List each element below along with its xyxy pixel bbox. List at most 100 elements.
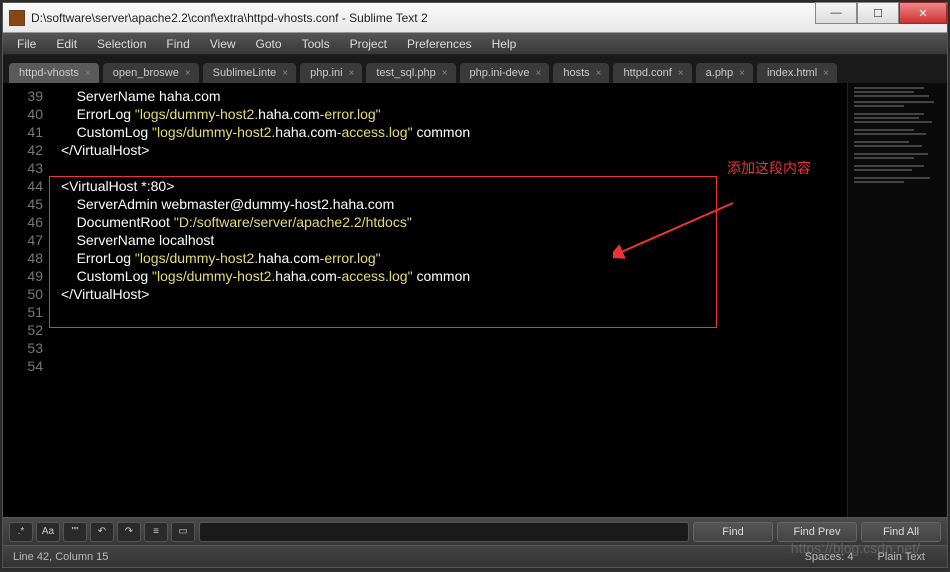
tab-label: httpd.conf [623, 67, 671, 79]
tab-label: index.html [767, 67, 817, 79]
line-number: 53 [3, 339, 43, 357]
code-line[interactable] [61, 303, 847, 321]
tab-label: httpd-vhosts [19, 67, 79, 79]
code-line[interactable]: ErrorLog "logs/dummy-host2.haha.com-erro… [61, 105, 847, 123]
find-option[interactable]: ↶ [90, 522, 114, 542]
menu-edit[interactable]: Edit [46, 35, 87, 53]
tab-label: open_broswe [113, 67, 179, 79]
code-line[interactable]: CustomLog "logs/dummy-host2.haha.com-acc… [61, 267, 847, 285]
line-number: 44 [3, 177, 43, 195]
code-content[interactable]: ServerName haha.com ErrorLog "logs/dummy… [53, 83, 847, 517]
tab-label: SublimeLinte [213, 67, 277, 79]
find-option[interactable]: .* [9, 522, 33, 542]
line-number: 50 [3, 285, 43, 303]
menu-help[interactable]: Help [482, 35, 527, 53]
tab-close-icon[interactable]: × [535, 68, 541, 79]
menu-file[interactable]: File [7, 35, 46, 53]
tab-sublimelinte[interactable]: SublimeLinte × [203, 63, 296, 83]
line-number: 52 [3, 321, 43, 339]
find-option[interactable]: ↷ [117, 522, 141, 542]
tab-close-icon[interactable]: × [823, 68, 829, 79]
line-number: 47 [3, 231, 43, 249]
tab-php-ini[interactable]: php.ini × [300, 63, 362, 83]
window-buttons: — ☐ ✕ [815, 3, 947, 32]
menu-preferences[interactable]: Preferences [397, 35, 482, 53]
find-option[interactable]: Aa [36, 522, 60, 542]
menu-project[interactable]: Project [340, 35, 397, 53]
find-prev-button[interactable]: Find Prev [777, 522, 857, 542]
find-button[interactable]: Find [693, 522, 773, 542]
code-line[interactable] [61, 357, 847, 375]
line-number: 45 [3, 195, 43, 213]
editor-area: 39404142434445464748495051525354 ServerN… [3, 83, 947, 517]
app-icon [9, 10, 25, 26]
titlebar[interactable]: D:\software\server\apache2.2\conf\extra\… [3, 3, 947, 33]
code-line[interactable]: <VirtualHost *:80> [61, 177, 847, 195]
line-gutter: 39404142434445464748495051525354 [3, 83, 53, 517]
tab-label: a.php [706, 67, 734, 79]
menu-find[interactable]: Find [156, 35, 199, 53]
code-line[interactable] [61, 321, 847, 339]
code-line[interactable]: ErrorLog "logs/dummy-host2.haha.com-erro… [61, 249, 847, 267]
tab-label: test_sql.php [376, 67, 435, 79]
line-number: 39 [3, 87, 43, 105]
tab-close-icon[interactable]: × [678, 68, 684, 79]
status-spaces[interactable]: Spaces: 4 [793, 551, 866, 563]
menu-goto[interactable]: Goto [246, 35, 292, 53]
code-line[interactable]: CustomLog "logs/dummy-host2.haha.com-acc… [61, 123, 847, 141]
annotation-text: 添加这段内容 [727, 159, 811, 177]
minimize-button[interactable]: — [815, 2, 857, 24]
tab-close-icon[interactable]: × [596, 68, 602, 79]
maximize-button[interactable]: ☐ [857, 2, 899, 24]
line-number: 40 [3, 105, 43, 123]
menu-tools[interactable]: Tools [292, 35, 340, 53]
find-option[interactable]: "" [63, 522, 87, 542]
tab-a-php[interactable]: a.php × [696, 63, 753, 83]
tab-label: hosts [563, 67, 589, 79]
tab-php-ini-deve[interactable]: php.ini-deve × [460, 63, 550, 83]
status-syntax[interactable]: Plain Text [866, 551, 938, 563]
tab-label: php.ini-deve [470, 67, 530, 79]
code-line[interactable]: ServerName localhost [61, 231, 847, 249]
tab-close-icon[interactable]: × [282, 68, 288, 79]
statusbar: Line 42, Column 15 Spaces: 4 Plain Text [3, 545, 947, 567]
tabbar: httpd-vhosts×open_broswe×SublimeLinte×ph… [3, 55, 947, 83]
status-position[interactable]: Line 42, Column 15 [13, 551, 793, 563]
code-line[interactable]: ServerName haha.com [61, 87, 847, 105]
find-option[interactable]: ▭ [171, 522, 195, 542]
tab-close-icon[interactable]: × [442, 68, 448, 79]
code-line[interactable]: DocumentRoot "D:/software/server/apache2… [61, 213, 847, 231]
tab-httpd-conf[interactable]: httpd.conf × [613, 63, 691, 83]
tab-httpd-vhosts[interactable]: httpd-vhosts × [9, 63, 99, 83]
line-number: 51 [3, 303, 43, 321]
minimap[interactable] [847, 83, 947, 517]
tab-close-icon[interactable]: × [349, 68, 355, 79]
close-button[interactable]: ✕ [899, 2, 947, 24]
menubar: FileEditSelectionFindViewGotoToolsProjec… [3, 33, 947, 55]
line-number: 42 [3, 141, 43, 159]
find-option[interactable]: ≡ [144, 522, 168, 542]
line-number: 41 [3, 123, 43, 141]
window-title: D:\software\server\apache2.2\conf\extra\… [31, 11, 815, 25]
find-all-button[interactable]: Find All [861, 522, 941, 542]
code-line[interactable] [61, 339, 847, 357]
tab-close-icon[interactable]: × [85, 68, 91, 79]
tab-hosts[interactable]: hosts × [553, 63, 609, 83]
tab-index-html[interactable]: index.html × [757, 63, 837, 83]
line-number: 49 [3, 267, 43, 285]
find-input[interactable] [199, 522, 689, 542]
line-number: 46 [3, 213, 43, 231]
code-line[interactable]: </VirtualHost> [61, 141, 847, 159]
app-window: D:\software\server\apache2.2\conf\extra\… [2, 2, 948, 568]
tab-close-icon[interactable]: × [185, 68, 191, 79]
tab-label: php.ini [310, 67, 342, 79]
menu-selection[interactable]: Selection [87, 35, 156, 53]
line-number: 43 [3, 159, 43, 177]
tab-test-sql-php[interactable]: test_sql.php × [366, 63, 455, 83]
menu-view[interactable]: View [200, 35, 246, 53]
code-line[interactable]: ServerAdmin webmaster@dummy-host2.haha.c… [61, 195, 847, 213]
code-line[interactable]: </VirtualHost> [61, 285, 847, 303]
tab-close-icon[interactable]: × [739, 68, 745, 79]
tab-open-broswe[interactable]: open_broswe × [103, 63, 199, 83]
find-bar: .*Aa""↶↷≡▭ Find Find Prev Find All [3, 517, 947, 545]
